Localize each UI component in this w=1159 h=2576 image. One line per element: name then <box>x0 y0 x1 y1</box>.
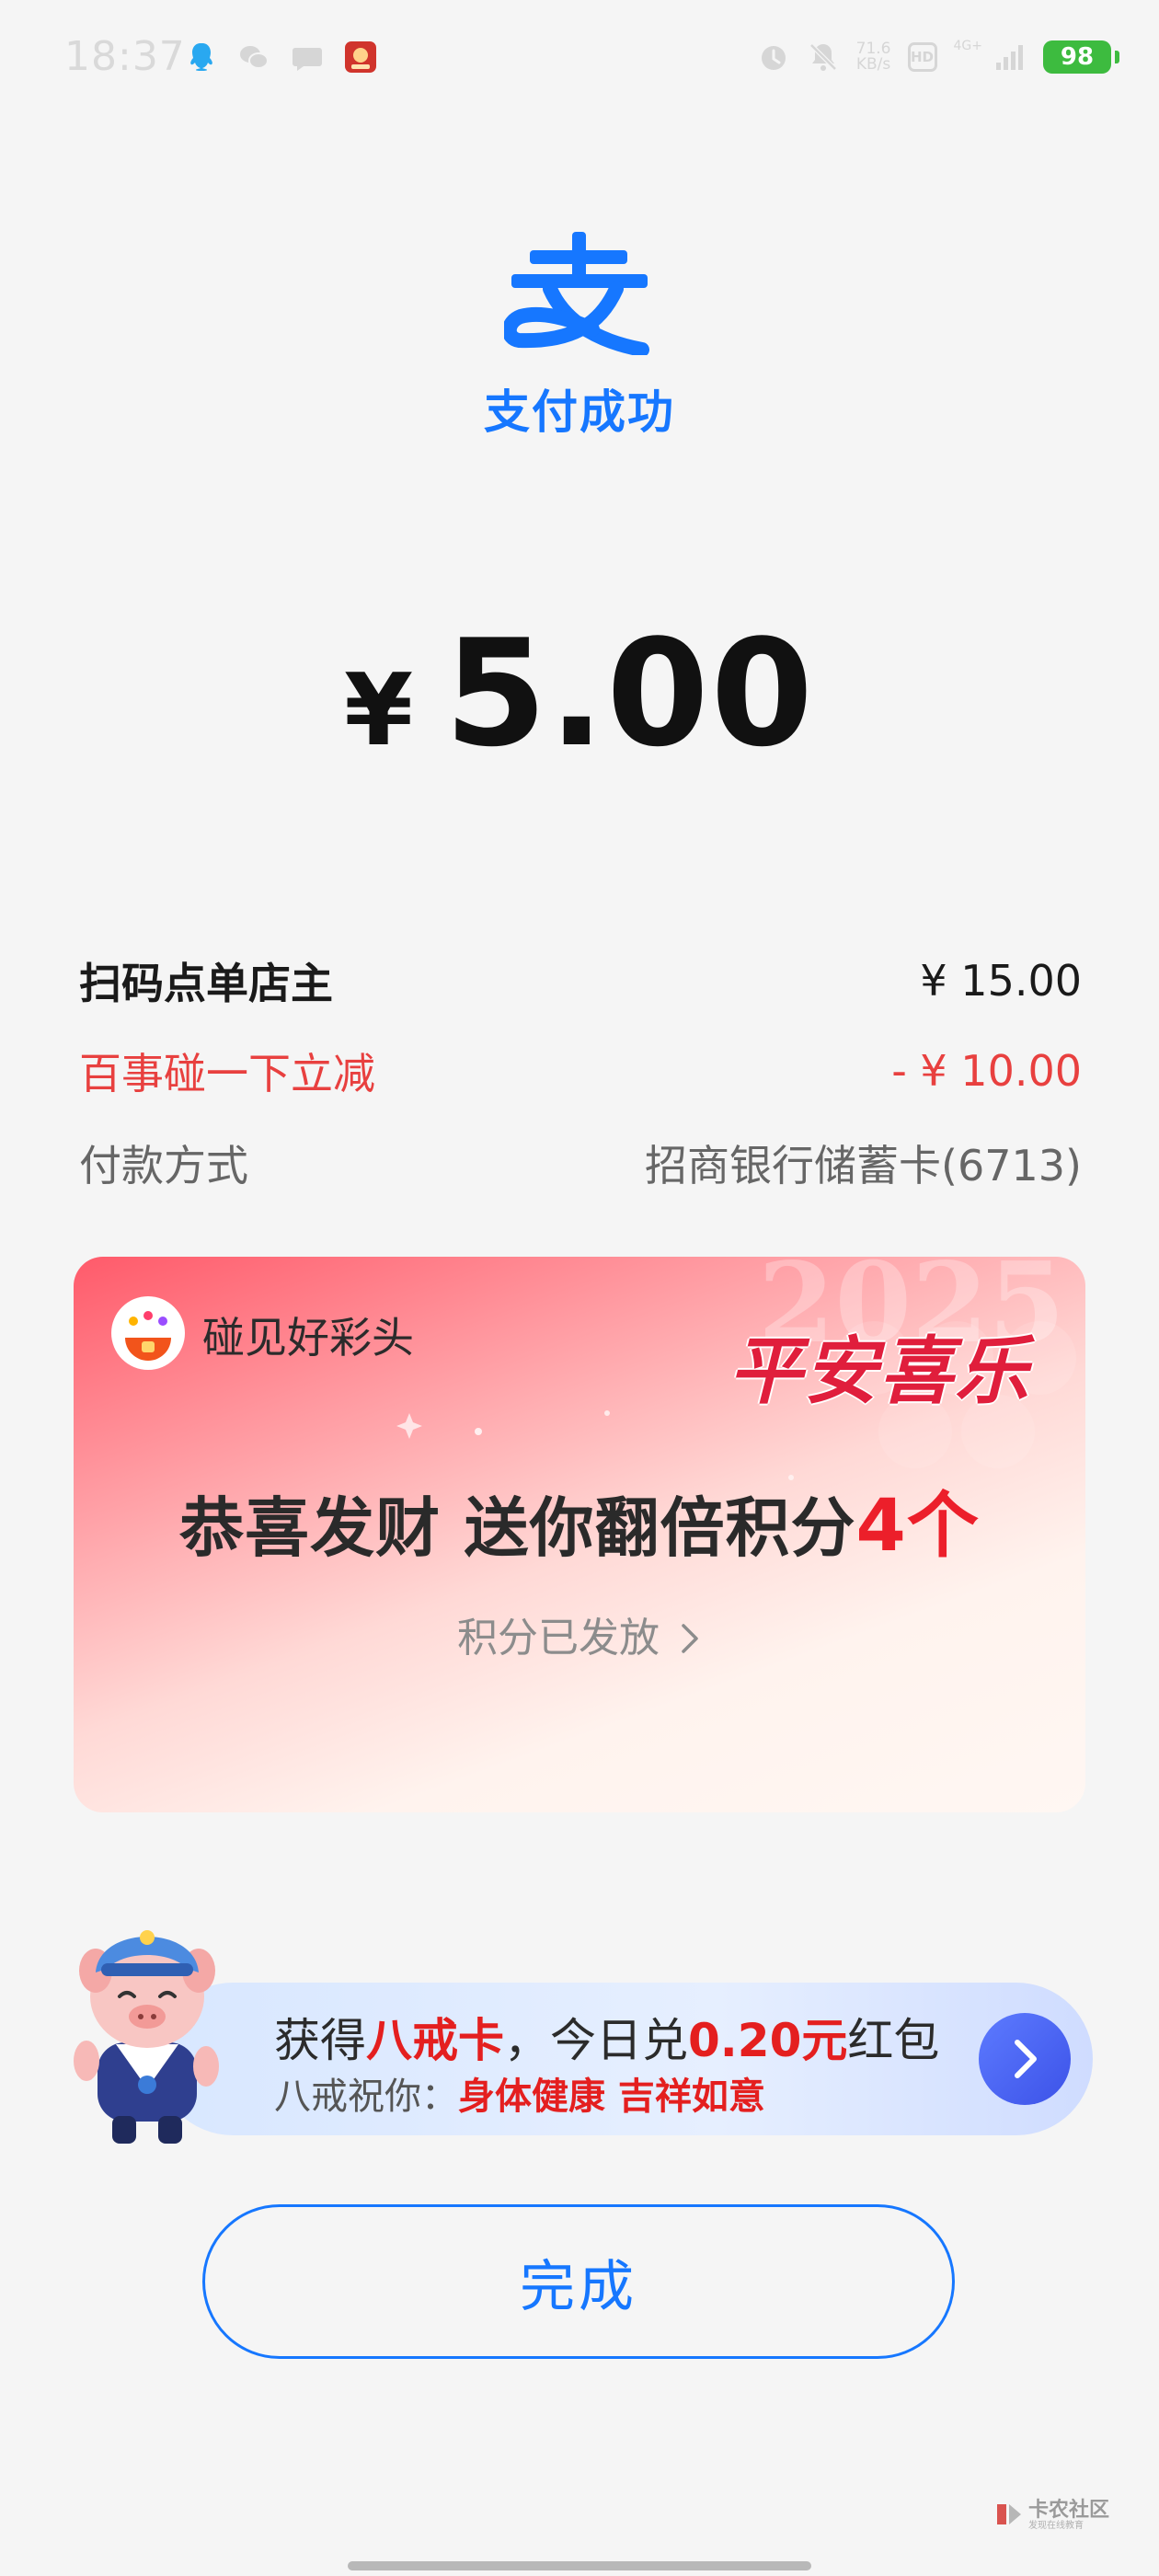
promo-brand-name: 碰见好彩头 <box>202 1313 414 1363</box>
signal-icon <box>996 45 1023 70</box>
message-icon <box>293 48 322 71</box>
merchant-amount: ¥ 15.00 <box>920 956 1082 1006</box>
app-icon <box>345 41 376 73</box>
watermark-subtext: 发现在线教育 <box>1028 2521 1084 2531</box>
promo-headline-text: 恭喜发财 送你翻倍积分 <box>179 1490 856 1566</box>
reward-suffix: 红包 <box>847 2014 940 2067</box>
amount-currency: ¥ <box>344 653 414 768</box>
payment-method-label: 付款方式 <box>79 1141 248 1190</box>
discount-label: 百事碰一下立减 <box>79 1049 375 1098</box>
discount-row: 百事碰一下立减 - ¥ 10.00 <box>79 1041 1082 1100</box>
blessing-prefix: 八戒祝你： <box>274 2076 458 2118</box>
payment-success-title: 支付成功 <box>484 385 675 439</box>
system-indicators: 71.6 KB/s HD 4G+ 98 <box>757 39 1119 74</box>
points-issued-label: 积分已发放 <box>457 1615 660 1662</box>
discount-amount: - ¥ 10.00 <box>891 1046 1082 1096</box>
notification-icons <box>184 40 377 74</box>
reward-middle: ，今日兑 <box>504 2014 688 2067</box>
done-button[interactable]: 完成 <box>202 2204 955 2359</box>
blessing-text: 身体健康 吉祥如意 <box>458 2076 765 2118</box>
mute-icon <box>809 43 837 71</box>
alipay-logo-icon <box>504 232 649 355</box>
payment-amount: ¥ 5.00 <box>0 607 1159 779</box>
wechat-icon <box>240 46 269 69</box>
points-issued-link[interactable]: 积分已发放 <box>74 1604 1085 1663</box>
reward-line-2: 八戒祝你：身体健康 吉祥如意 <box>274 2066 765 2120</box>
reward-go-button[interactable] <box>979 2013 1071 2105</box>
status-time: 18:37 <box>64 33 186 80</box>
status-bar: 18:37 71.6 KB/s HD 4G+ 98 <box>0 0 1159 121</box>
battery-icon: 98 <box>1043 40 1119 74</box>
merchant-label: 扫码点单店主 <box>79 959 333 1008</box>
lucky-fan-icon <box>111 1296 185 1370</box>
reward-prefix: 获得 <box>274 2014 366 2067</box>
home-indicator[interactable] <box>348 2561 811 2570</box>
promo-headline: 恭喜发财 送你翻倍积分4个 <box>74 1468 1085 1571</box>
kanong-logo-icon <box>997 2504 1021 2524</box>
hd-icon: HD <box>907 42 937 72</box>
payment-method-value: 招商银行储蓄卡(6713) <box>645 1141 1082 1190</box>
qq-icon <box>190 43 212 71</box>
chevron-right-icon <box>682 1624 698 1653</box>
merchant-row: 扫码点单店主 ¥ 15.00 <box>79 951 1082 1010</box>
promo-headline-count: 4个 <box>855 1485 980 1568</box>
amount-value: 5.00 <box>444 607 815 779</box>
signal-type: 4G+ <box>953 39 983 53</box>
net-speed-unit: KB/s <box>855 55 891 74</box>
reward-line-1: 获得八戒卡，今日兑0.20元红包 <box>274 2004 939 2070</box>
reward-amount: 0.20元 <box>688 2014 848 2067</box>
alarm-icon <box>761 46 786 70</box>
network-speed: 71.6 KB/s <box>856 41 891 73</box>
bajie-mascot-icon <box>74 1930 219 2144</box>
reward-card-name: 八戒卡 <box>366 2014 504 2067</box>
promo-badge: 平安喜乐 <box>729 1328 1030 1414</box>
chevron-right-icon <box>1015 2040 1037 2078</box>
battery-level: 98 <box>1060 43 1095 71</box>
promo-card[interactable]: 2025 碰见好彩头 平安喜乐 恭喜发财 送你翻倍积分4个 积分已发放 <box>74 1257 1085 1812</box>
payment-method-row: 付款方式 招商银行储蓄卡(6713) <box>79 1133 1082 1192</box>
watermark: 卡农社区 发现在线教育 <box>993 2493 1113 2534</box>
